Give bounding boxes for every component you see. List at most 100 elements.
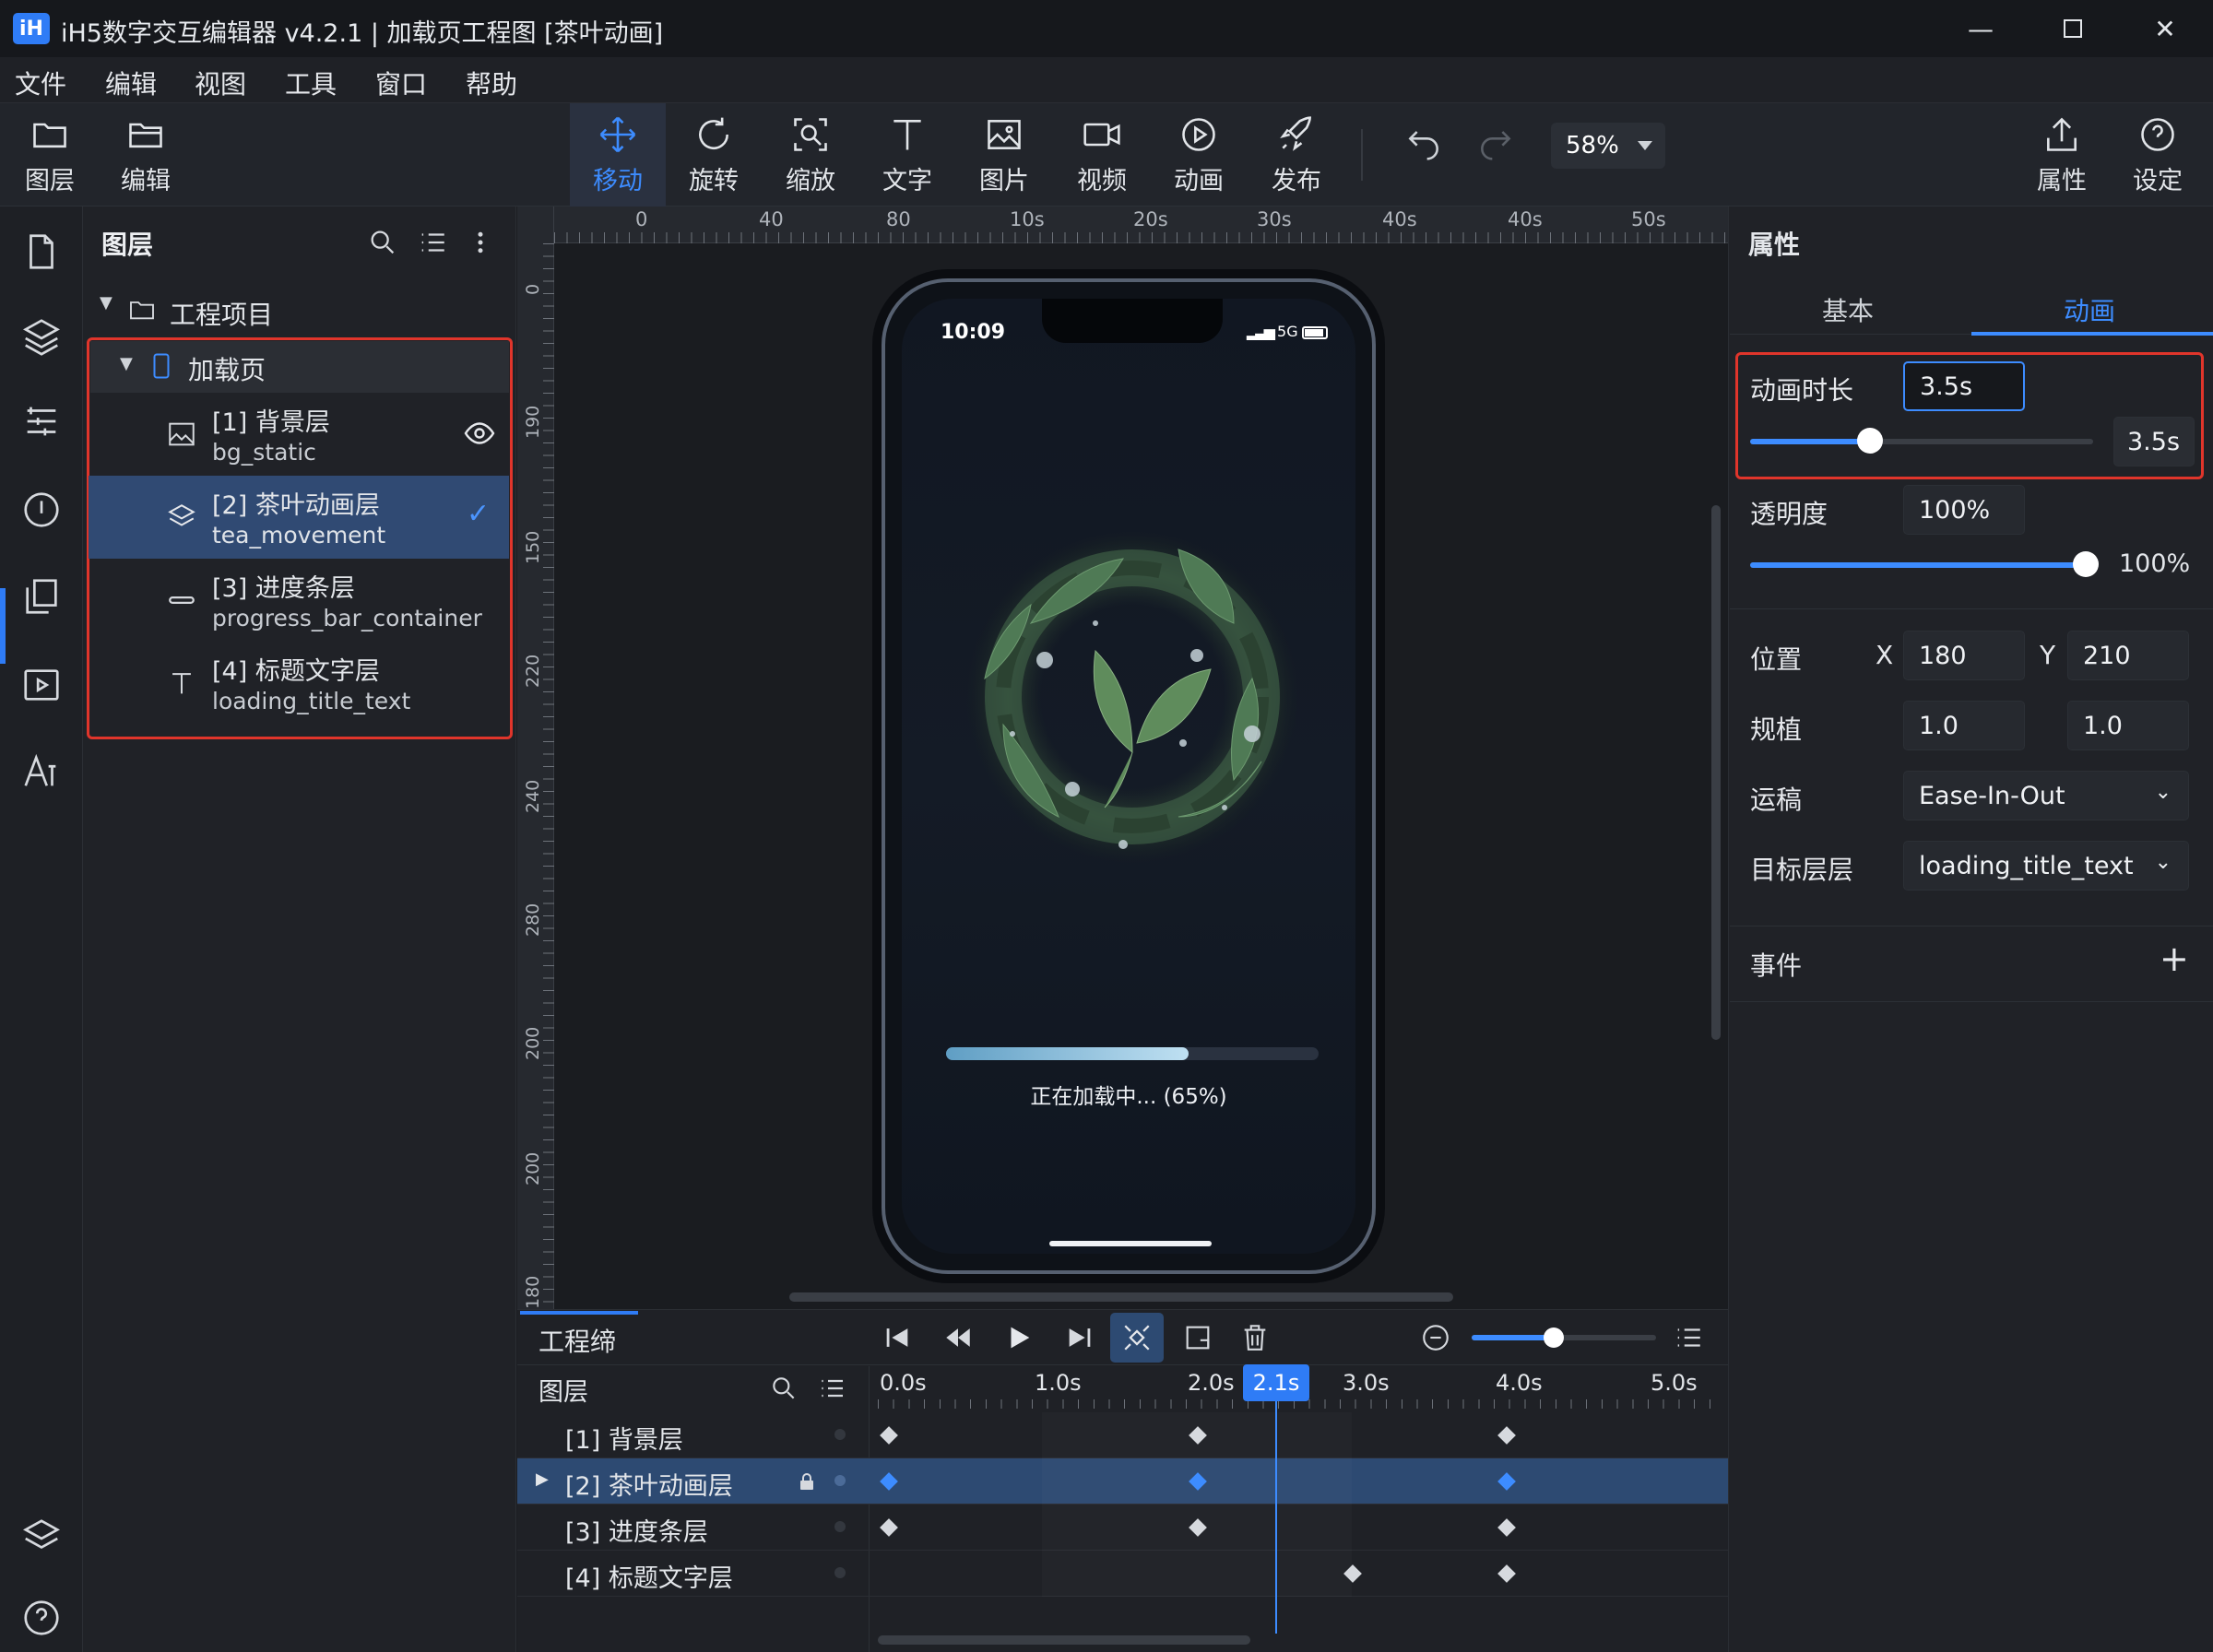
time-tick: 2.0s [1188,1370,1235,1396]
title-bar: iH iH5数字交互编辑器 v4.2.1 | 加载页工程图 [茶叶动画] — ✕ [0,0,2213,57]
eye-icon[interactable] [463,417,496,450]
tool-text-button[interactable]: 文字 [861,103,953,206]
duration-slider-thumb[interactable] [1857,428,1884,454]
opacity-slider[interactable] [1750,551,2099,577]
stack-icon[interactable] [20,1516,63,1558]
target-value: loading_title_text [1919,851,2134,880]
tool-image-button[interactable]: 图片 [958,103,1050,206]
menu-view[interactable]: 视图 [195,65,246,101]
redo-icon[interactable] [1475,122,1516,162]
search-icon[interactable] [769,1374,799,1403]
caret-down-icon[interactable]: ▼ [120,354,133,373]
ruler-label: 10s [1010,208,1045,230]
zoom-select[interactable]: 58% [1551,123,1665,169]
scale-y-input[interactable]: 1.0 [2067,701,2189,750]
trash-icon[interactable] [1239,1322,1271,1353]
ruler-label: 150 [523,530,543,564]
timeline-layers-label: 图层 [538,1378,588,1407]
ruler-label: 240 [523,779,543,813]
events-label: 事件 [1750,950,1803,981]
playhead-line[interactable] [1275,1401,1277,1634]
tool-publish-button[interactable]: 发布 [1250,103,1343,206]
timeline-zoom-slider[interactable] [1472,1328,1656,1348]
zoom-value: 58% [1566,132,1619,159]
timeline-zoom-thumb[interactable] [1544,1328,1564,1348]
tab-animation[interactable]: 动画 [2064,291,2115,328]
scale-x-input[interactable]: 1.0 [1903,701,2025,750]
rail-selected-indicator [0,588,6,664]
menu-window[interactable]: 窗口 [375,65,427,101]
lock-icon[interactable] [796,1469,818,1493]
more-vertical-icon[interactable] [467,227,494,258]
menu-bar: 文件 编辑 视图 工具 窗口 帮助 [0,57,2213,103]
toolbar-settings-button[interactable]: 设定 [2112,103,2204,206]
list-icon[interactable] [1673,1322,1704,1353]
list-icon[interactable] [817,1374,846,1403]
position-x-input[interactable]: 180 [1903,631,2025,680]
menu-help[interactable]: 帮助 [466,65,517,101]
play-icon[interactable] [1003,1322,1035,1353]
layer-row-4[interactable]: [4] 标题文字层 loading_title_text [89,642,509,725]
layer-row-1[interactable]: [1] 背景层 bg_static [89,393,509,476]
tool-rotate-button[interactable]: 旋转 [668,103,760,206]
toolbar-properties-button[interactable]: 属性 [2016,103,2108,206]
duration-input[interactable]: 3.5s [1903,361,2025,411]
layer-row-2[interactable]: [2] 茶叶动画层 tea_movement ✓ [89,476,509,559]
skip-end-icon[interactable] [1064,1322,1095,1353]
move-icon [599,116,636,152]
layer-row-3[interactable]: [3] 进度条层 progress_bar_container [89,559,509,642]
timeline-icon[interactable] [20,400,63,442]
minimize-icon[interactable]: — [1936,0,2025,57]
caret-right-icon[interactable]: ▶ [536,1469,549,1489]
tool-scale-button[interactable]: 缩放 [764,103,857,206]
caret-down-icon[interactable]: ▼ [100,293,112,313]
row-dot [834,1521,846,1532]
add-event-icon[interactable]: + [2160,938,2189,979]
toolbar-edit-button[interactable]: 编辑 [100,103,192,206]
target-select[interactable]: loading_title_text ⌄ [1903,841,2189,891]
rewind-icon[interactable] [942,1322,974,1353]
tool-animation-button[interactable]: 动画 [1153,103,1245,206]
timeline-row-label: [4] 标题文字层 [565,1564,733,1593]
playhead-label[interactable]: 2.1s [1243,1364,1309,1401]
opacity-input[interactable]: 100% [1903,485,2025,535]
search-icon[interactable] [367,227,398,258]
keyframe-mode-button[interactable] [1110,1313,1164,1363]
menu-edit[interactable]: 编辑 [105,65,157,101]
toolbar-layers-button[interactable]: 图层 [4,103,96,206]
tool-video-button[interactable]: 视频 [1056,103,1148,206]
help-circle-icon[interactable] [20,1597,63,1639]
toolbar-layers-label: 图层 [25,166,75,195]
zoom-out-icon[interactable] [1420,1322,1451,1353]
menu-tools[interactable]: 工具 [285,65,337,101]
font-icon[interactable] [20,750,63,793]
page-icon[interactable] [20,230,63,273]
canvas-vscrollbar[interactable] [1711,505,1721,1040]
canvas-hscrollbar[interactable] [789,1292,1453,1302]
layers-icon[interactable] [20,315,63,358]
tab-basic[interactable]: 基本 [1822,291,1874,328]
tool-move-button[interactable]: 移动 [570,103,666,206]
close-icon[interactable]: ✕ [2121,0,2209,57]
menu-file[interactable]: 文件 [15,65,66,101]
easing-select[interactable]: Ease-In-Out ⌄ [1903,771,2189,820]
network-label: 5G [1277,323,1298,340]
position-y-input[interactable]: 210 [2067,631,2189,680]
row-dot [834,1429,846,1440]
add-frame-icon[interactable] [1182,1322,1213,1353]
ruler-label: 80 [886,208,911,230]
maximize-icon[interactable] [2029,0,2117,57]
media-icon[interactable] [20,664,63,706]
copy-icon[interactable] [20,575,63,618]
image-icon [169,422,195,446]
opacity-slider-thumb[interactable] [2073,551,2099,577]
timeline-scrollbar[interactable] [878,1635,1250,1645]
ruler-label: 20s [1133,208,1168,230]
list-icon[interactable] [417,227,448,258]
undo-icon[interactable] [1403,122,1444,162]
duration-slider[interactable] [1750,428,2093,454]
skip-start-icon[interactable] [882,1322,913,1353]
info-icon[interactable] [20,489,63,531]
layer-id: bg_static [212,439,316,466]
project-label[interactable]: 工程项目 [170,295,273,332]
